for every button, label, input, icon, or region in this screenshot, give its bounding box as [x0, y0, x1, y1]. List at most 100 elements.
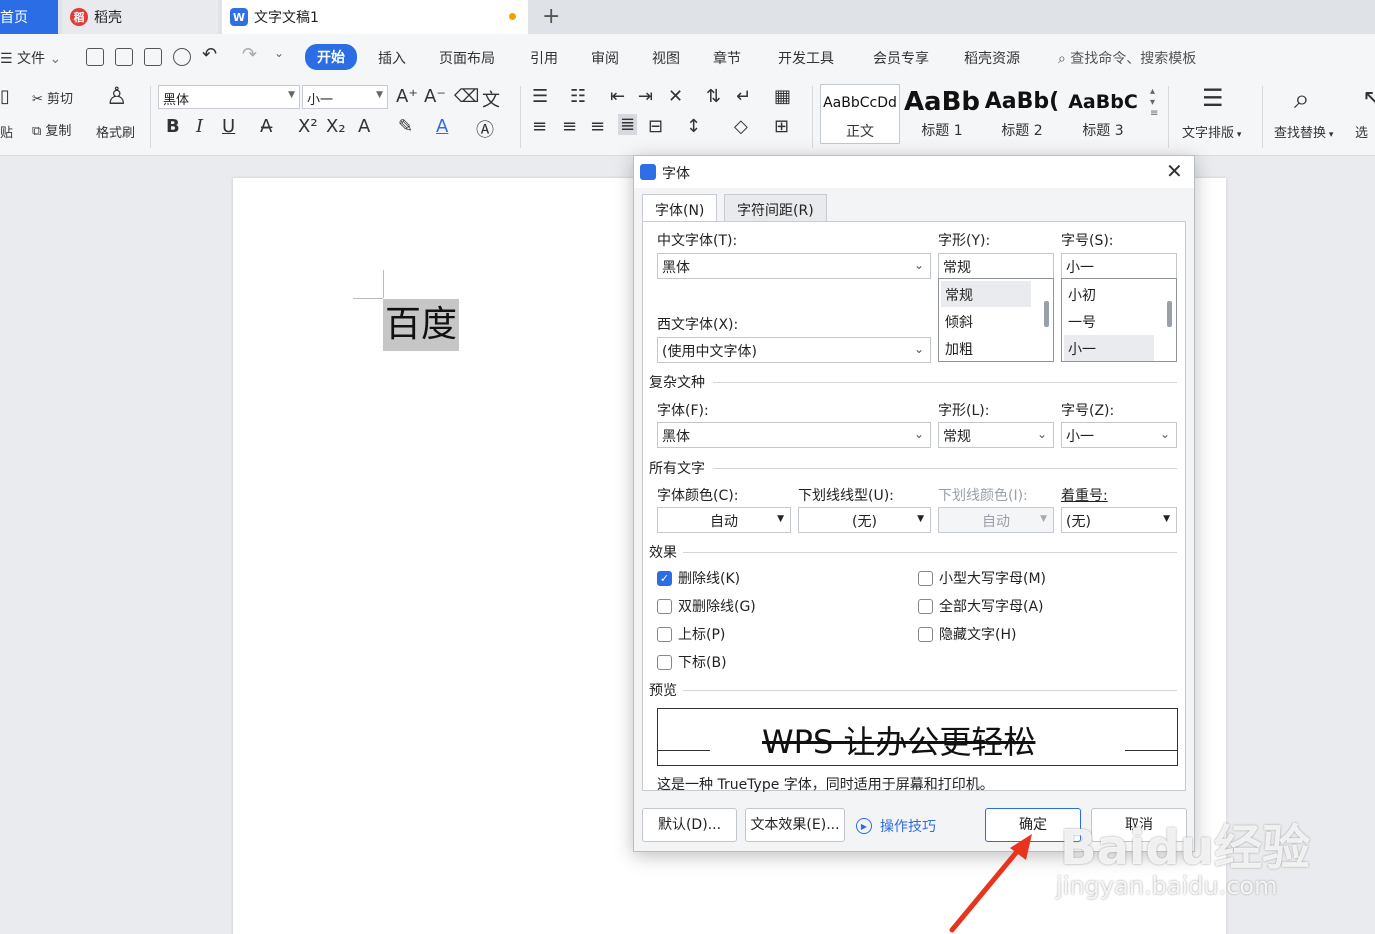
menu-view[interactable]: 视图 — [652, 48, 680, 68]
complex-size-select[interactable]: 小一 ⌄ — [1061, 422, 1177, 448]
clear-format-icon[interactable]: ⌫ — [454, 86, 479, 107]
numbered-list-icon[interactable]: ☷ — [570, 86, 586, 107]
superscript-icon[interactable]: X² — [298, 116, 318, 137]
export-icon[interactable] — [115, 48, 133, 66]
align-center-icon[interactable]: ≡ — [562, 116, 577, 137]
table-grid-icon[interactable]: ▦ — [774, 86, 791, 107]
phonetic-guide-icon[interactable]: 文 — [482, 86, 500, 112]
list-item[interactable]: 加粗 — [941, 335, 1031, 361]
text-effect-button[interactable]: 文本效果(E)... — [745, 808, 845, 842]
tab-daoke[interactable]: 稻 稻壳 — [62, 0, 218, 34]
list-item[interactable]: 一号 — [1064, 308, 1154, 334]
justify-icon[interactable]: ≣ — [618, 114, 638, 135]
styles-scroll-icon[interactable]: ▴ ▾ ≡ — [1150, 86, 1158, 119]
emphasis-select[interactable]: (无) ▼ — [1061, 507, 1177, 533]
strikethrough-checkbox[interactable]: ✓ 删除线(K) — [657, 568, 740, 588]
cut-button[interactable]: ✂ 剪切 — [32, 88, 73, 107]
print-icon[interactable] — [144, 48, 162, 66]
list-item[interactable]: 小初 — [1064, 281, 1154, 307]
increase-indent-icon[interactable]: ⇥ — [638, 86, 653, 107]
menu-review[interactable]: 审阅 — [591, 48, 619, 68]
all-caps-checkbox[interactable]: 全部大写字母(A) — [918, 596, 1044, 616]
list-item[interactable]: 小一 — [1064, 335, 1154, 361]
select-button[interactable]: 选 — [1355, 122, 1368, 141]
menu-page-layout[interactable]: 页面布局 — [439, 48, 495, 68]
default-button[interactable]: 默认(D)... — [642, 808, 737, 842]
paste-icon[interactable]: ▯ — [0, 86, 10, 107]
close-icon[interactable]: ✕ — [1166, 159, 1183, 183]
menu-insert[interactable]: 插入 — [378, 48, 406, 68]
char-border-icon[interactable]: Ⓐ — [476, 116, 494, 142]
cn-font-select[interactable]: 黑体 ⌄ — [657, 253, 931, 279]
shrink-font-icon[interactable]: A⁻ — [424, 86, 446, 107]
subscript-icon[interactable]: X₂ — [326, 116, 346, 137]
tab-home[interactable]: 首页 — [0, 0, 58, 34]
west-font-select[interactable]: (使用中文字体) ⌄ — [657, 337, 931, 363]
tab-char-spacing[interactable]: 字符间距(R) — [724, 194, 827, 222]
redo-icon[interactable]: ↷ — [242, 44, 257, 65]
tab-font[interactable]: 字体(N) — [642, 194, 718, 222]
menu-daoke-resources[interactable]: 稻壳资源 — [964, 48, 1020, 68]
paste-button[interactable]: 贴 — [0, 122, 13, 141]
size-input[interactable]: 小一 — [1061, 253, 1177, 279]
menu-developer[interactable]: 开发工具 — [778, 48, 834, 68]
underline-style-select[interactable]: (无) ▼ — [798, 507, 931, 533]
style-heading-1[interactable]: AaBb 标题 1 — [902, 84, 982, 144]
list-item[interactable]: 常规 — [941, 281, 1031, 307]
shading-icon[interactable]: ◇ — [734, 116, 748, 137]
menu-chapter[interactable]: 章节 — [713, 48, 741, 68]
undo-icon[interactable]: ↶ — [202, 44, 217, 65]
print-preview-icon[interactable] — [173, 48, 191, 66]
format-painter-icon[interactable]: ♙ — [106, 82, 128, 110]
subscript-checkbox[interactable]: 下标(B) — [657, 652, 727, 672]
text-layout-icon[interactable]: ☰ — [1202, 84, 1224, 112]
select-cursor-icon[interactable]: ↖ — [1362, 84, 1375, 112]
align-left-icon[interactable]: ≡ — [532, 116, 547, 137]
add-tab-button[interactable]: + — [542, 4, 560, 29]
show-marks-icon[interactable]: ↵ — [736, 86, 751, 107]
scrollbar-thumb[interactable] — [1167, 301, 1172, 327]
highlight-icon[interactable]: ✎ — [398, 116, 413, 137]
list-item[interactable]: 倾斜 — [941, 308, 1031, 334]
borders-icon[interactable]: ⊞ — [774, 116, 789, 137]
chinese-layout-icon[interactable]: ✕ — [668, 86, 683, 107]
line-spacing-icon[interactable]: ↕ — [686, 116, 701, 137]
quick-access-more-icon[interactable]: ⌄ — [274, 46, 284, 60]
hidden-text-checkbox[interactable]: 隐藏文字(H) — [918, 624, 1016, 644]
style-heading-3[interactable]: AaBbC 标题 3 — [1063, 84, 1143, 144]
menu-file[interactable]: ☰ 文件 ⌄ — [0, 48, 61, 68]
text-effect-icon[interactable]: A — [358, 116, 370, 137]
bullet-list-icon[interactable]: ☰ — [532, 86, 548, 107]
tab-document[interactable]: W 文字文稿1 — [222, 0, 528, 34]
size-list[interactable]: 小初 一号 小一 — [1061, 278, 1177, 362]
save-icon[interactable] — [86, 48, 104, 66]
text-layout-button[interactable]: 文字排版 ▾ — [1182, 122, 1241, 141]
menu-membership[interactable]: 会员专享 — [873, 48, 929, 68]
selected-text[interactable]: 百度 — [383, 299, 460, 351]
style-input[interactable]: 常规 — [938, 253, 1054, 279]
style-heading-2[interactable]: AaBb( 标题 2 — [982, 84, 1062, 144]
style-list[interactable]: 常规 倾斜 加粗 — [938, 278, 1054, 362]
align-right-icon[interactable]: ≡ — [590, 116, 605, 137]
double-strikethrough-checkbox[interactable]: 双删除线(G) — [657, 596, 756, 616]
scrollbar-thumb[interactable] — [1044, 301, 1049, 327]
strikethrough-icon[interactable]: A̶ — [260, 116, 272, 137]
italic-icon[interactable]: I — [196, 116, 203, 137]
superscript-checkbox[interactable]: 上标(P) — [657, 624, 725, 644]
decrease-indent-icon[interactable]: ⇤ — [610, 86, 625, 107]
command-search[interactable]: ⌕ 查找命令、搜索模板 — [1058, 48, 1196, 68]
underline-icon[interactable]: U — [222, 116, 235, 137]
format-painter-button[interactable]: 格式刷 — [96, 122, 135, 141]
copy-button[interactable]: ⧉ 复制 — [32, 120, 71, 139]
complex-style-select[interactable]: 常规 ⌄ — [938, 422, 1054, 448]
grow-font-icon[interactable]: A⁺ — [396, 86, 418, 107]
find-icon[interactable]: ⌕ — [1294, 82, 1310, 116]
sort-icon[interactable]: ⇅ — [706, 86, 721, 107]
tips-link[interactable]: ▶ 操作技巧 — [856, 816, 936, 836]
font-color-select[interactable]: 自动 ▼ — [657, 507, 791, 533]
small-caps-checkbox[interactable]: 小型大写字母(M) — [918, 568, 1046, 588]
menu-start[interactable]: 开始 — [305, 44, 357, 70]
style-normal[interactable]: AaBbCcDd 正文 — [820, 84, 900, 144]
bold-icon[interactable]: B — [166, 116, 180, 137]
find-replace-button[interactable]: 查找替换 ▾ — [1274, 122, 1333, 141]
